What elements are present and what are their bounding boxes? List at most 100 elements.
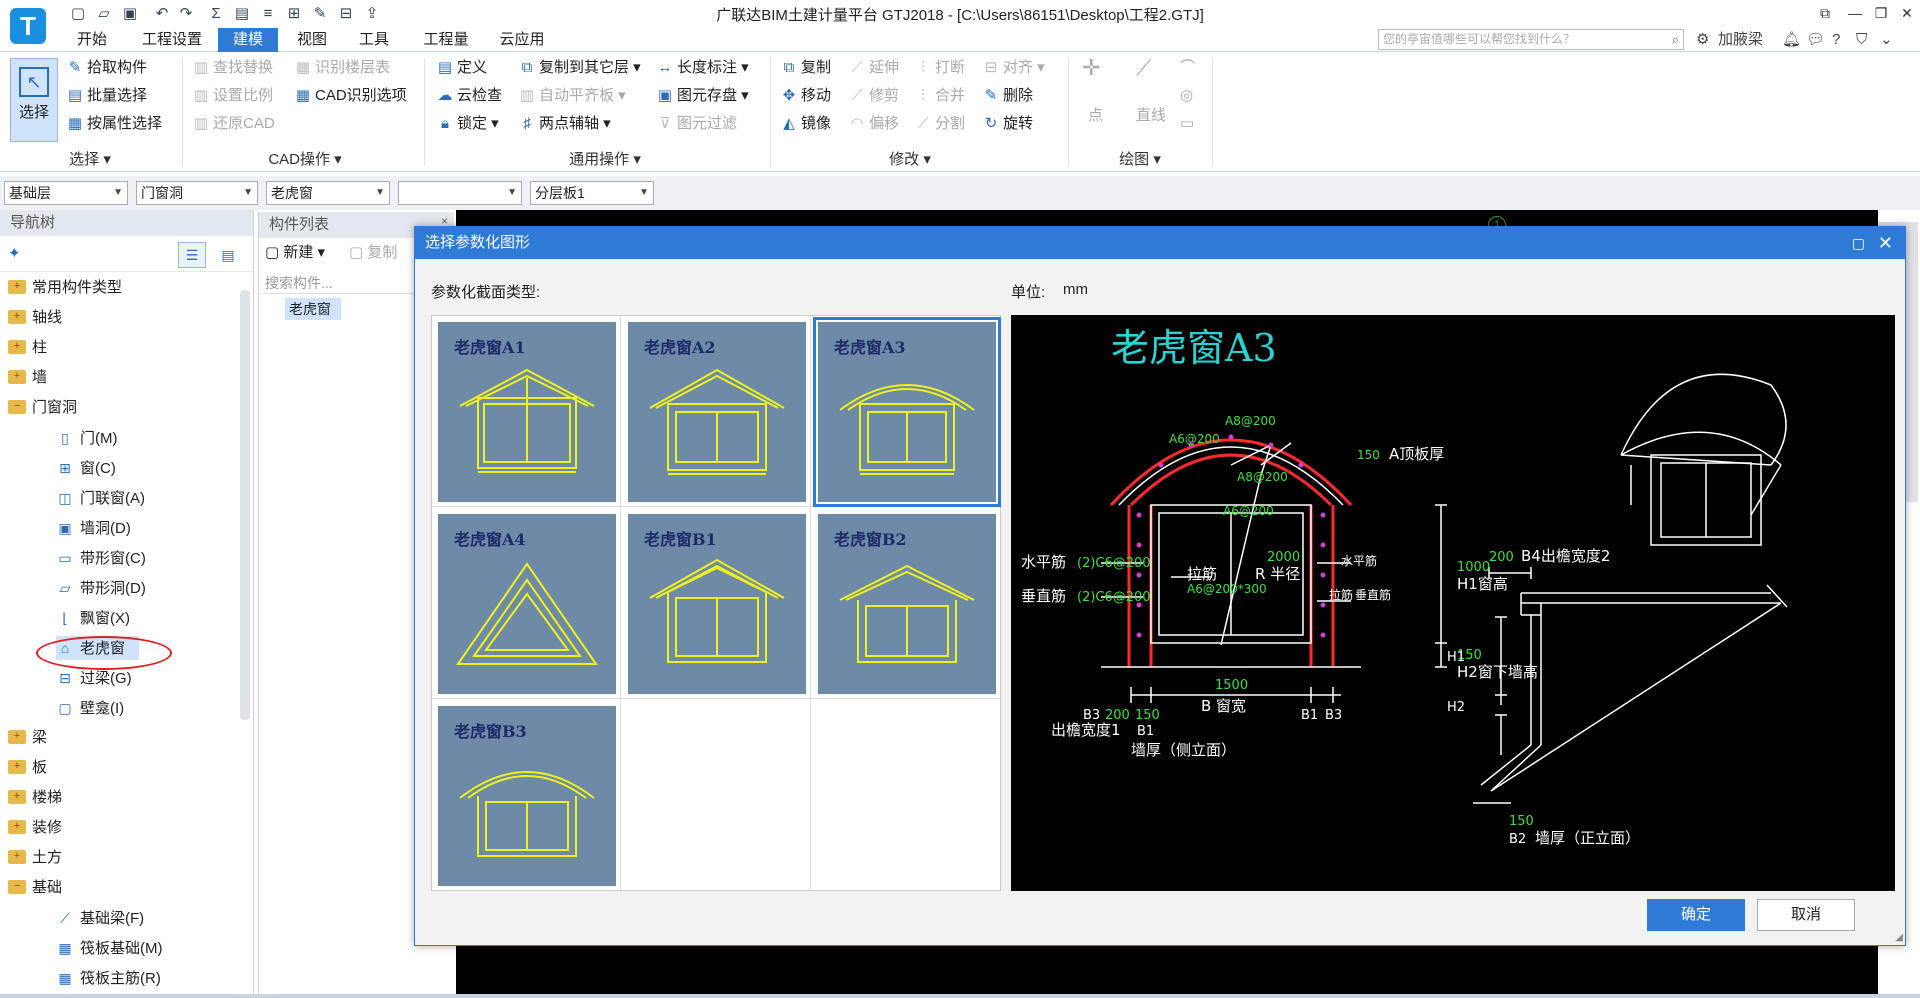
trim-button[interactable]: ⟋ 修剪: [848, 84, 899, 108]
global-search-input[interactable]: 您的亭宙值哪些可以帮您找到什么？ ⌕: [1378, 29, 1684, 50]
group-label-general[interactable]: 通用操作 ▾: [540, 148, 670, 168]
circle-draw-icon[interactable]: ◎: [1180, 84, 1193, 108]
nav-tree-folder[interactable]: 轴线: [8, 304, 62, 330]
nav-tree-item[interactable]: ▯ 门(M): [56, 426, 117, 450]
point-draw-label[interactable]: 点: [1088, 104, 1103, 128]
add-icon[interactable]: ✦: [8, 244, 21, 262]
shape-thumb-a3[interactable]: 老虎窗A3: [813, 317, 1001, 507]
break-button[interactable]: ⫶ 打断: [914, 56, 965, 80]
slab-layer-combo[interactable]: 分层板1 ▼: [530, 181, 654, 205]
restore-cad-button[interactable]: ▥ 还原CAD: [192, 112, 275, 136]
nav-tree-folder[interactable]: 常用构件类型: [8, 274, 122, 300]
nav-tree-item[interactable]: ▱ 带形洞(D): [56, 576, 146, 600]
nav-tree-folder[interactable]: 土方: [8, 844, 62, 870]
list-view-icon[interactable]: ☰: [178, 242, 206, 268]
nav-tree-item[interactable]: ◫ 门联窗(A): [56, 486, 145, 510]
maximize-icon[interactable]: ▢: [1852, 227, 1865, 259]
close-window-button[interactable]: ✕: [1892, 2, 1920, 24]
group-label-select[interactable]: 选择 ▾: [40, 148, 140, 168]
tab-tools[interactable]: 工具: [348, 28, 400, 52]
lock-button[interactable]: 🔒︎ 锁定 ▾: [436, 112, 499, 136]
nav-tree-folder[interactable]: 装修: [8, 814, 62, 840]
component-item-selected[interactable]: 老虎窗: [285, 298, 341, 320]
nav-tree-folder[interactable]: 基础: [8, 874, 62, 900]
rotate-button[interactable]: ↻ 旋转: [982, 112, 1033, 136]
cad-options-button[interactable]: ▦ CAD识别选项: [294, 84, 407, 108]
nav-tree-item[interactable]: ▢ 壁龛(I): [56, 696, 124, 720]
line-draw-icon[interactable]: ⟋: [1136, 56, 1151, 80]
batch-select-button[interactable]: ▤ 批量选择: [66, 84, 147, 108]
nav-scrollbar[interactable]: [240, 290, 250, 720]
cloud-check-button[interactable]: ☁ 云检查: [436, 84, 503, 108]
chevron-down-icon[interactable]: ⌄: [1880, 30, 1893, 50]
align-button[interactable]: ⊟ 对齐 ▾: [982, 56, 1045, 80]
copy-button[interactable]: ⧉ 复制: [780, 56, 831, 80]
nav-tree-folder[interactable]: 板: [8, 754, 47, 780]
delete-button[interactable]: ✎ 删除: [982, 84, 1033, 108]
tab-modeling[interactable]: 建模: [218, 28, 278, 52]
length-dimension-button[interactable]: ↔ 长度标注 ▾: [656, 56, 749, 80]
restore-small-icon[interactable]: ⧉: [1810, 2, 1840, 24]
nav-tree-folder[interactable]: 墙: [8, 364, 47, 390]
merge-button[interactable]: ⫶ 合并: [914, 84, 965, 108]
extend-button[interactable]: ⟋ 延伸: [848, 56, 899, 80]
component-type-combo[interactable]: 老虎窗 ▼: [266, 181, 390, 205]
nav-tree-item[interactable]: ▦ 筏板基础(M): [56, 936, 162, 960]
select-big-button[interactable]: ↖ 选择: [10, 58, 58, 142]
identify-floor-table-button[interactable]: ▦ 识别楼层表: [294, 56, 390, 80]
offset-button[interactable]: ◠ 偏移: [848, 112, 899, 136]
copy-component-button[interactable]: ▢ 复制: [349, 242, 397, 264]
detail-view-icon[interactable]: ▤: [214, 242, 242, 268]
rect-draw-icon[interactable]: ▭: [1180, 112, 1194, 136]
resize-grip-icon[interactable]: ◢: [1895, 932, 1903, 943]
select-by-attr-button[interactable]: ▦ 按属性选择: [66, 112, 162, 136]
nav-tree-folder[interactable]: 梁: [8, 724, 47, 750]
bell-icon[interactable]: 🔔︎: [1782, 30, 1801, 50]
group-label-modify[interactable]: 修改 ▾: [860, 148, 960, 168]
nav-tree-item[interactable]: ⊞ 窗(C): [56, 456, 116, 480]
floor-combo[interactable]: 基础层 ▼: [4, 181, 128, 205]
move-button[interactable]: ✥ 移动: [780, 84, 831, 108]
search-icon[interactable]: ⌕: [1672, 30, 1679, 49]
point-draw-icon[interactable]: ✛: [1082, 56, 1100, 80]
close-icon[interactable]: ✕: [1878, 227, 1893, 259]
component-combo[interactable]: ▼: [398, 181, 522, 205]
tab-quantity[interactable]: 工程量: [414, 28, 478, 52]
tab-project-settings[interactable]: 工程设置: [134, 28, 210, 52]
element-save-button[interactable]: ▣ 图元存盘 ▾: [656, 84, 749, 108]
group-label-cad[interactable]: CAD操作 ▾: [250, 148, 360, 168]
shape-thumb-a2[interactable]: 老虎窗A2: [628, 322, 806, 502]
haunched-beam-label[interactable]: 加腋梁: [1718, 30, 1763, 50]
shape-thumb-b2[interactable]: 老虎窗B2: [818, 514, 996, 694]
arc-draw-icon[interactable]: ⌒: [1180, 56, 1195, 80]
group-label-draw[interactable]: 绘图 ▾: [1090, 148, 1190, 168]
nav-tree-item[interactable]: ▭ 带形窗(C): [56, 546, 145, 570]
nav-tree-item[interactable]: ⟋ 基础梁(F): [56, 906, 144, 930]
shape-thumb-b1[interactable]: 老虎窗B1: [628, 514, 806, 694]
set-scale-button[interactable]: ▥ 设置比例: [192, 84, 273, 108]
line-draw-label[interactable]: 直线: [1136, 104, 1166, 128]
split-button[interactable]: ⟋ 分割: [914, 112, 965, 136]
ok-button[interactable]: 确定: [1647, 899, 1745, 931]
nav-tree-folder[interactable]: 楼梯: [8, 784, 62, 810]
help-icon[interactable]: ?: [1832, 30, 1840, 50]
shape-thumb-a4[interactable]: 老虎窗A4: [438, 514, 616, 694]
shirt-icon[interactable]: ⛉: [1856, 30, 1867, 50]
cancel-button[interactable]: 取消: [1757, 899, 1855, 931]
nav-tree-item[interactable]: ▣ 墙洞(D): [56, 516, 130, 540]
nav-tree-folder[interactable]: 柱: [8, 334, 47, 360]
nav-tree-item[interactable]: ⌊ 飘窗(X): [56, 606, 130, 630]
copy-to-other-layer-button[interactable]: ⧉ 复制到其它层 ▾: [518, 56, 641, 80]
auto-align-slab-button[interactable]: ▥ 自动平齐板 ▾: [518, 84, 626, 108]
nav-tree-item[interactable]: ▦ 筏板主筋(R): [56, 966, 160, 990]
mirror-button[interactable]: ◭ 镜像: [780, 112, 831, 136]
find-replace-button[interactable]: ▥ 查找替换: [192, 56, 273, 80]
tab-cloud[interactable]: 云应用: [490, 28, 554, 52]
two-point-aux-axis-button[interactable]: ♯ 两点辅轴 ▾: [518, 112, 610, 136]
define-button[interactable]: ▤ 定义: [436, 56, 487, 80]
tab-start[interactable]: 开始: [66, 28, 118, 52]
element-filter-button[interactable]: ⊽ 图元过滤: [656, 112, 738, 136]
pick-component-button[interactable]: ✎ 拾取构件: [66, 56, 147, 80]
chat-icon[interactable]: 💬︎: [1806, 30, 1825, 50]
category-combo[interactable]: 门窗洞 ▼: [136, 181, 258, 205]
